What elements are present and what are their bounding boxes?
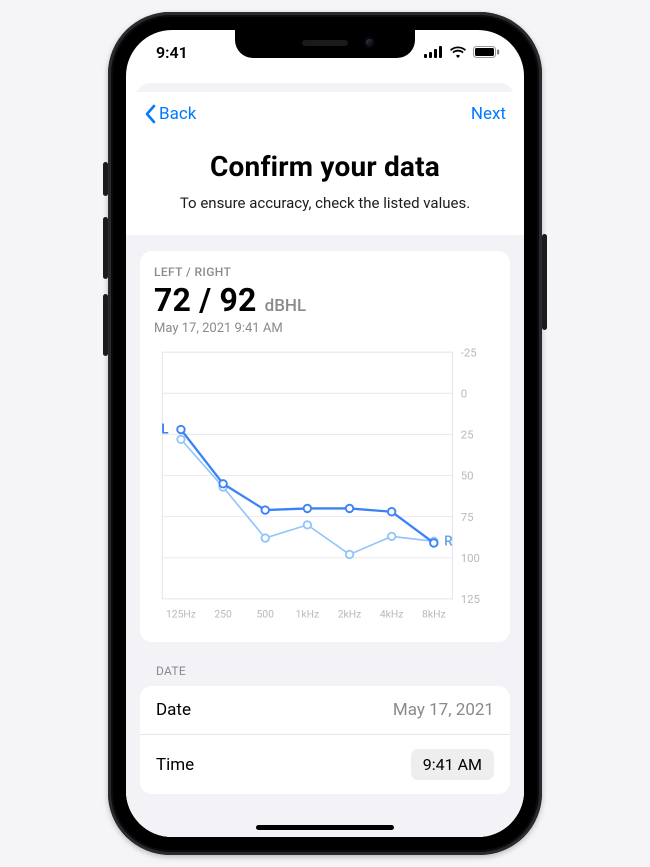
svg-text:8kHz: 8kHz [422,608,446,621]
card-value: 72 / 92 [154,281,257,319]
date-row-label: Date [156,700,191,720]
page-subtitle: To ensure accuracy, check the listed val… [176,193,474,213]
svg-text:-25: -25 [461,346,477,359]
card-label: LEFT / RIGHT [154,265,496,279]
status-right [424,46,500,58]
time-row[interactable]: Time 9:41 AM [140,734,510,794]
cellular-icon [424,46,443,58]
svg-text:75: 75 [461,510,474,524]
page-title: Confirm your data [154,150,496,183]
status-time: 9:41 [156,43,188,62]
screen: 9:41 Back [126,30,524,837]
svg-text:125: 125 [461,592,480,606]
notch [235,30,415,58]
time-row-value[interactable]: 9:41 AM [411,749,494,780]
svg-text:1kHz: 1kHz [296,608,320,621]
svg-text:25: 25 [461,428,474,442]
home-indicator[interactable] [256,825,394,830]
volume-up-button [103,217,108,279]
card-unit: dBHL [265,296,307,316]
svg-text:125Hz: 125Hz [166,608,196,621]
date-row[interactable]: Date May 17, 2021 [140,686,510,734]
card-datetime: May 17, 2021 9:41 AM [154,321,496,336]
audiogram-svg: -25 0 25 50 75 100 125 125Hz 250 500 1kHz 2kHz 4kHz 8… [154,346,496,626]
svg-text:4kHz: 4kHz [380,608,404,621]
svg-text:500: 500 [257,608,275,621]
svg-text:0: 0 [461,387,467,401]
svg-text:R: R [444,535,453,550]
svg-text:50: 50 [461,469,474,483]
next-button[interactable]: Next [471,104,506,124]
svg-text:2kHz: 2kHz [338,608,362,621]
battery-icon [473,46,500,58]
svg-text:250: 250 [214,608,232,621]
power-button [542,234,547,330]
date-list: Date May 17, 2021 Time 9:41 AM [140,686,510,794]
mute-switch [103,162,108,196]
date-section-label: DATE [126,658,524,686]
svg-text:100: 100 [461,551,480,565]
modal-sheet: Back Next Confirm your data To ensure ac… [126,92,524,837]
iphone-frame: 9:41 Back [108,12,542,855]
header: Confirm your data To ensure accuracy, ch… [126,130,524,235]
content-scroll[interactable]: LEFT / RIGHT 72 / 92 dBHL May 17, 2021 9… [126,235,524,837]
audiogram-card: LEFT / RIGHT 72 / 92 dBHL May 17, 2021 9… [140,251,510,642]
back-label: Back [159,104,196,124]
back-button[interactable]: Back [144,104,196,124]
nav-bar: Back Next [126,92,524,130]
front-camera [364,37,375,48]
volume-down-button [103,294,108,356]
time-row-label: Time [156,755,194,775]
svg-text:L: L [161,423,168,438]
wifi-icon [449,46,467,58]
date-row-value: May 17, 2021 [393,700,494,720]
chevron-left-icon [144,104,156,124]
speaker-grille [302,40,348,46]
audiogram-chart: -25 0 25 50 75 100 125 125Hz 250 500 1kHz 2kHz 4kHz 8… [154,346,496,626]
